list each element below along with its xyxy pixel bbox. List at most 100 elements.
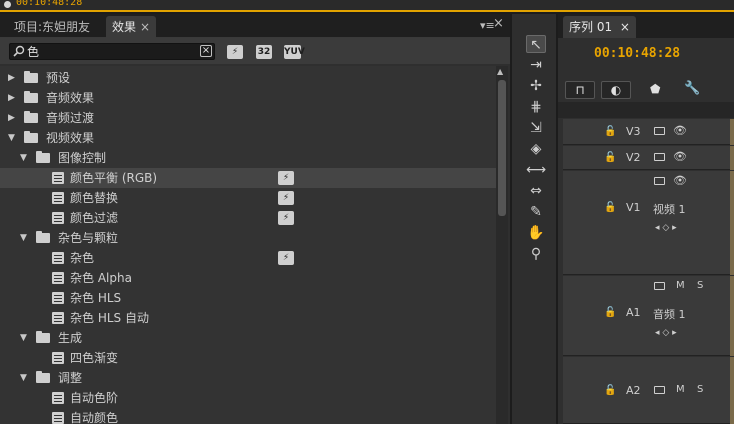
collapsed-triangle-icon[interactable]: ▶	[8, 108, 15, 128]
folder-icon	[24, 71, 38, 83]
tree-effect-item[interactable]: 颜色平衡 (RGB) ⚡	[0, 168, 496, 188]
mute-button[interactable]: M	[676, 280, 685, 291]
clip-edge[interactable]	[730, 276, 734, 356]
tree-folder[interactable]: ▼ 杂色与颗粒	[0, 228, 496, 248]
effect-icon	[52, 392, 64, 404]
tree-folder[interactable]: ▶ 预设	[0, 68, 496, 88]
razor-tool-icon[interactable]: ◈	[526, 140, 546, 158]
playhead-marker-icon[interactable]	[4, 1, 11, 8]
tree-effect-item[interactable]: 四色渐变	[0, 348, 496, 368]
tree-folder[interactable]: ▼ 视频效果	[0, 128, 496, 148]
collapsed-triangle-icon[interactable]: ▶	[8, 68, 15, 88]
lock-icon[interactable]: 🔓	[604, 307, 616, 318]
scroll-up-icon[interactable]: ▲	[497, 67, 503, 76]
tab-project-label: 项目:东妲朋友	[14, 20, 91, 34]
tree-item-label: 音频效果	[46, 91, 95, 105]
tree-item-label: 生成	[58, 331, 83, 345]
tab-project[interactable]: 项目:东妲朋友	[8, 16, 96, 38]
yuv-effects-filter-button[interactable]: YUV	[284, 45, 305, 59]
clip-edge[interactable]	[730, 146, 734, 170]
expanded-triangle-icon[interactable]: ▼	[20, 328, 27, 348]
slide-tool-icon[interactable]: ⇔	[526, 182, 546, 200]
tab-effects[interactable]: 效果 ×	[106, 16, 157, 38]
tree-effect-item[interactable]: 自动颜色	[0, 408, 496, 424]
tree-folder[interactable]: ▼ 图像控制	[0, 148, 496, 168]
track-a2[interactable]: 🔓 A2 M S	[563, 357, 734, 424]
sync-lock-icon[interactable]	[654, 385, 665, 394]
lock-icon[interactable]: 🔓	[604, 126, 616, 137]
lock-icon[interactable]: 🔓	[604, 385, 616, 396]
tree-folder[interactable]: ▶ 音频过渡	[0, 108, 496, 128]
zoom-tool-icon[interactable]: ⚲	[526, 245, 546, 263]
solo-button[interactable]: S	[697, 280, 703, 291]
ripple-edit-tool-icon[interactable]: ✢	[526, 77, 546, 95]
add-marker-icon[interactable]: ⬟	[650, 82, 660, 96]
effect-icon	[52, 252, 64, 264]
lock-icon[interactable]: 🔓	[604, 152, 616, 163]
track-a1[interactable]: 🔓 A1 M S 音频 1 ◂ ◇ ▸	[563, 276, 734, 356]
effect-icon	[52, 272, 64, 284]
sync-lock-icon[interactable]	[654, 127, 665, 135]
expanded-triangle-icon[interactable]: ▼	[8, 128, 15, 148]
tree-effect-item[interactable]: 杂色 HLS 自动	[0, 308, 496, 328]
lock-icon[interactable]: 🔓	[604, 202, 616, 213]
wrench-icon[interactable]: 🔧	[684, 81, 700, 96]
sync-lock-icon[interactable]	[654, 153, 665, 161]
tab-sequence[interactable]: 序列 01 ×	[563, 16, 636, 38]
sync-lock-icon[interactable]	[654, 282, 665, 290]
linked-selection-button[interactable]: ◐	[601, 81, 631, 99]
panel-close-icon[interactable]: ×	[493, 16, 504, 31]
eye-icon[interactable]: 👁	[673, 150, 687, 163]
pen-tool-icon[interactable]: ✎	[526, 203, 546, 221]
tree-effect-item[interactable]: 杂色 HLS	[0, 288, 496, 308]
collapsed-triangle-icon[interactable]: ▶	[8, 88, 15, 108]
clip-edge[interactable]	[730, 119, 734, 145]
track-label: 视频 1	[653, 203, 686, 216]
32bit-effects-filter-button[interactable]: 32	[256, 45, 272, 59]
snap-icon: ⊓	[575, 83, 585, 97]
eye-icon[interactable]: 👁	[673, 174, 687, 187]
keyframe-nav-icon[interactable]: ◂ ◇ ▸	[655, 328, 677, 338]
hand-tool-icon[interactable]: ✋	[526, 224, 546, 242]
tree-folder[interactable]: ▼ 生成	[0, 328, 496, 348]
solo-button[interactable]: S	[697, 384, 703, 395]
top-timecode: 00:10:48:28	[16, 0, 83, 8]
tree-item-label: 音频过渡	[46, 111, 95, 125]
folder-icon	[24, 131, 38, 143]
close-icon[interactable]: ×	[140, 20, 150, 34]
tree-effect-item[interactable]: 杂色 Alpha	[0, 268, 496, 288]
track-v1[interactable]: 🔓 V1 👁 视频 1 ◂ ◇ ▸	[563, 171, 734, 275]
clip-edge[interactable]	[730, 171, 734, 275]
clear-search-icon[interactable]: ×	[200, 45, 212, 57]
slip-tool-icon[interactable]: ⟷	[526, 161, 546, 179]
expanded-triangle-icon[interactable]: ▼	[20, 148, 27, 168]
tree-folder[interactable]: ▶ 音频效果	[0, 88, 496, 108]
tree-folder[interactable]: ▼ 调整	[0, 368, 496, 388]
sequence-timecode[interactable]: 00:10:48:28	[594, 46, 680, 61]
tree-effect-item[interactable]: 颜色过滤 ⚡	[0, 208, 496, 228]
close-icon[interactable]: ×	[620, 20, 630, 34]
accelerated-effects-filter-icon[interactable]: ⚡	[227, 45, 243, 59]
sync-lock-icon[interactable]	[654, 177, 665, 185]
clip-edge[interactable]	[730, 357, 734, 424]
expanded-triangle-icon[interactable]: ▼	[20, 368, 27, 388]
track-v2[interactable]: 🔓 V2 👁	[563, 146, 734, 170]
track-name: A2	[626, 383, 641, 397]
rolling-edit-tool-icon[interactable]: ⋕	[526, 98, 546, 116]
track-select-tool-icon[interactable]: ⇥	[526, 56, 546, 74]
search-input[interactable]	[27, 43, 197, 59]
tree-effect-item[interactable]: 颜色替换 ⚡	[0, 188, 496, 208]
expanded-triangle-icon[interactable]: ▼	[20, 228, 27, 248]
rate-stretch-tool-icon[interactable]: ⇲	[526, 119, 546, 137]
keyframe-nav-icon[interactable]: ◂ ◇ ▸	[655, 223, 677, 233]
selection-tool-icon[interactable]: ↖	[526, 35, 546, 53]
snap-button[interactable]: ⊓	[565, 81, 595, 99]
tree-effect-item[interactable]: 自动色阶	[0, 388, 496, 408]
folder-icon	[36, 231, 50, 243]
effect-icon	[52, 292, 64, 304]
track-v3[interactable]: 🔓 V3 👁	[563, 119, 734, 145]
scrollbar-thumb[interactable]	[498, 80, 506, 216]
mute-button[interactable]: M	[676, 384, 685, 395]
tree-effect-item[interactable]: 杂色 ⚡	[0, 248, 496, 268]
eye-icon[interactable]: 👁	[673, 124, 687, 137]
